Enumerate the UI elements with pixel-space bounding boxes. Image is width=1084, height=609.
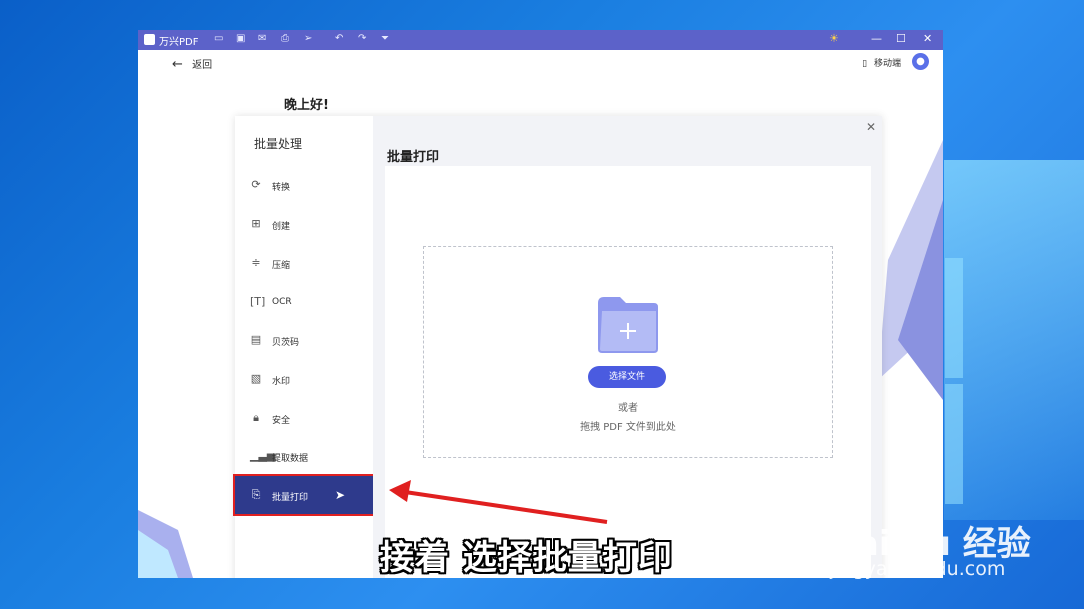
sidebar-item-label: 贝茨码 <box>272 338 300 348</box>
sidebar-item-create[interactable]: ⊞ 创建 <box>235 209 373 239</box>
sidebar-item-batch-print[interactable]: ⎘ 批量打印 ➤ <box>233 474 375 516</box>
folder-add-icon <box>598 297 658 353</box>
sidebar-item-label: OCR <box>272 297 292 307</box>
sidebar-title: 批量处理 <box>254 137 303 151</box>
create-doc-icon: ⊞ <box>251 217 261 230</box>
lock-icon: 🔒︎ <box>253 411 259 424</box>
sidebar-item-label: 安全 <box>272 416 291 426</box>
theme-sun-icon[interactable]: ☀ <box>829 32 839 45</box>
back-button[interactable]: ← 返回 <box>172 56 212 72</box>
dropdown-icon[interactable]: ⏷ <box>381 33 389 44</box>
sidebar-item-compress[interactable]: ≑ 压缩 <box>235 248 373 278</box>
close-window-button[interactable]: ✕ <box>923 32 932 45</box>
sidebar-item-convert[interactable]: ⟳ 转换 <box>235 170 373 200</box>
windows-logo-pane <box>945 258 963 378</box>
watermark-icon: ▧ <box>250 372 262 385</box>
bar-chart-icon: ▁▃▅ <box>250 449 276 462</box>
drag-hint: 拖拽 PDF 文件到此处 <box>580 422 676 433</box>
sidebar-item-bates[interactable]: ▤ 贝茨码 <box>235 325 373 355</box>
phone-icon: ▯ <box>862 59 868 69</box>
video-subtitle: 接着 选择批量打印 <box>380 538 673 578</box>
share-icon[interactable]: ➢ <box>304 33 312 44</box>
ocr-icon: [T] <box>250 295 266 308</box>
decorative-shape-right <box>878 140 943 400</box>
sidebar-item-label: 压缩 <box>272 261 291 271</box>
or-text: 或者 <box>618 403 638 414</box>
red-annotation-arrow <box>389 480 608 524</box>
file-drop-zone[interactable]: 选择文件 或者 拖拽 PDF 文件到此处 <box>423 246 833 458</box>
mouse-cursor-icon: ➤ <box>335 488 346 502</box>
save-icon[interactable]: ▣ <box>236 33 245 44</box>
mobile-label: 移动端 <box>873 59 901 69</box>
sidebar-item-security[interactable]: 🔒︎ 安全 <box>235 403 373 433</box>
dialog-sidebar: 批量处理 ⟳ 转换 ⊞ 创建 ≑ 压缩 [T] OCR ▤ 贝茨码 ▧ 水印 🔒… <box>233 116 375 578</box>
app-logo-icon <box>144 34 155 45</box>
decorative-shape-left <box>138 510 193 578</box>
watermark-bottom: jingyan.baidu.com <box>830 558 1006 580</box>
sidebar-item-label: 转换 <box>272 183 291 193</box>
close-dialog-button[interactable]: ✕ <box>866 120 876 134</box>
bates-icon: ▤ <box>250 333 262 346</box>
baidu-watermark: Bai du 经验 jingyan.baidu.com <box>830 516 1031 580</box>
sidebar-item-extract-data[interactable]: ▁▃▅ 提取数据 <box>235 441 373 471</box>
print-icon[interactable]: ⎙ <box>281 33 289 44</box>
main-title: 批量打印 <box>387 150 440 165</box>
compress-icon: ≑ <box>251 256 261 269</box>
sidebar-item-label: 提取数据 <box>272 454 309 464</box>
avatar[interactable]: ● <box>912 53 929 70</box>
desktop-wallpaper-glow <box>944 160 1084 520</box>
windows-logo-pane <box>945 384 963 504</box>
open-folder-icon[interactable]: ▭ <box>214 33 223 44</box>
title-bar: 万兴PDF ▭ ▣ ✉ ⎙ ➢ ↶ ↷ ⏷ ☀ — ☐ ✕ <box>138 30 943 50</box>
sidebar-item-ocr[interactable]: [T] OCR <box>235 287 373 317</box>
print-doc-icon: ⎘ <box>251 488 261 501</box>
redo-icon[interactable]: ↷ <box>358 33 366 44</box>
arrow-left-icon: ← <box>172 57 183 72</box>
minimize-button[interactable]: — <box>871 32 882 45</box>
undo-icon[interactable]: ↶ <box>335 33 343 44</box>
app-name: 万兴PDF <box>159 37 199 48</box>
refresh-icon: ⟳ <box>251 178 261 191</box>
mail-icon[interactable]: ✉ <box>258 33 266 44</box>
sidebar-item-label: 批量打印 <box>272 493 309 503</box>
sidebar-item-watermark[interactable]: ▧ 水印 <box>235 364 373 394</box>
sidebar-item-label: 水印 <box>272 377 291 387</box>
greeting: 晚上好! <box>284 98 329 113</box>
sidebar-item-label: 创建 <box>272 222 291 232</box>
back-label: 返回 <box>192 60 213 71</box>
mobile-button[interactable]: ▯ 移动端 <box>862 56 901 69</box>
choose-file-button[interactable]: 选择文件 <box>588 366 666 388</box>
maximize-button[interactable]: ☐ <box>896 32 906 45</box>
